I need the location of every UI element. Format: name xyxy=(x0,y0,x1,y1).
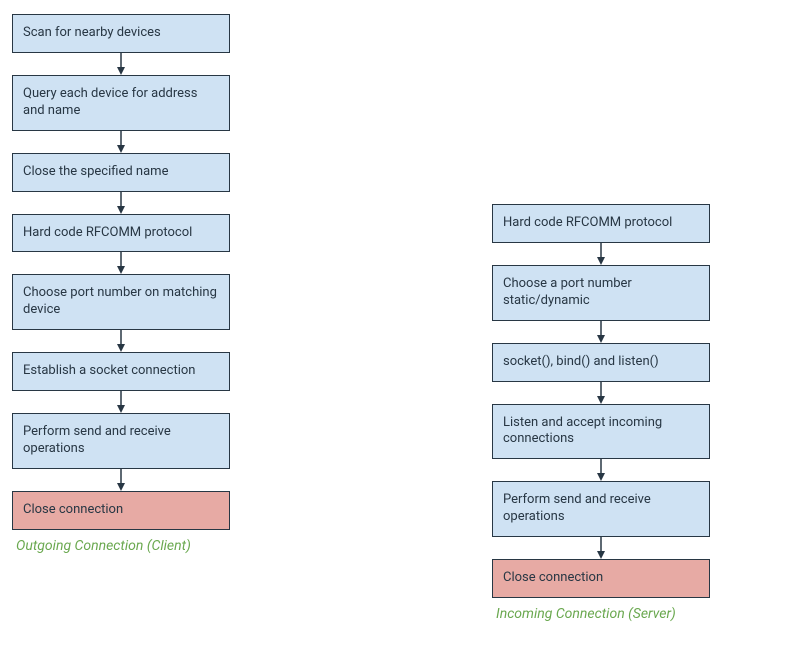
arrow-down-icon xyxy=(12,192,230,214)
server-step-accept: Listen and accept incoming connections xyxy=(492,404,710,460)
arrow-down-icon xyxy=(492,537,710,559)
arrow-down-icon xyxy=(492,243,710,265)
arrow-down-icon xyxy=(492,321,710,343)
diagram-container: Scan for nearby devices Query each devic… xyxy=(0,0,800,671)
arrow-down-icon xyxy=(12,252,230,274)
client-step-send-receive: Perform send and receive operations xyxy=(12,413,230,469)
arrow-down-icon xyxy=(12,53,230,75)
arrow-down-icon xyxy=(12,469,230,491)
client-caption: Outgoing Connection (Client) xyxy=(16,538,191,554)
arrow-down-icon xyxy=(12,391,230,413)
client-step-close-name: Close the specified name xyxy=(12,153,230,192)
client-step-query: Query each device for address and name xyxy=(12,75,230,131)
server-caption: Incoming Connection (Server) xyxy=(496,606,676,622)
server-step-socket-bind-listen: socket(), bind() and listen() xyxy=(492,343,710,382)
client-step-port: Choose port number on matching device xyxy=(12,274,230,330)
server-flow-column: Hard code RFCOMM protocol Choose a port … xyxy=(492,204,772,671)
arrow-down-icon xyxy=(12,131,230,153)
server-step-close-connection: Close connection xyxy=(492,559,710,598)
arrow-down-icon xyxy=(12,330,230,352)
client-flow-column: Scan for nearby devices Query each devic… xyxy=(12,14,292,671)
client-step-socket: Establish a socket connection xyxy=(12,352,230,391)
arrow-down-icon xyxy=(492,382,710,404)
server-step-protocol: Hard code RFCOMM protocol xyxy=(492,204,710,243)
arrow-down-icon xyxy=(492,459,710,481)
server-step-port: Choose a port number static/dynamic xyxy=(492,265,710,321)
client-step-scan: Scan for nearby devices xyxy=(12,14,230,53)
client-step-protocol: Hard code RFCOMM protocol xyxy=(12,214,230,253)
client-step-close-connection: Close connection xyxy=(12,491,230,530)
server-step-send-receive: Perform send and receive operations xyxy=(492,481,710,537)
